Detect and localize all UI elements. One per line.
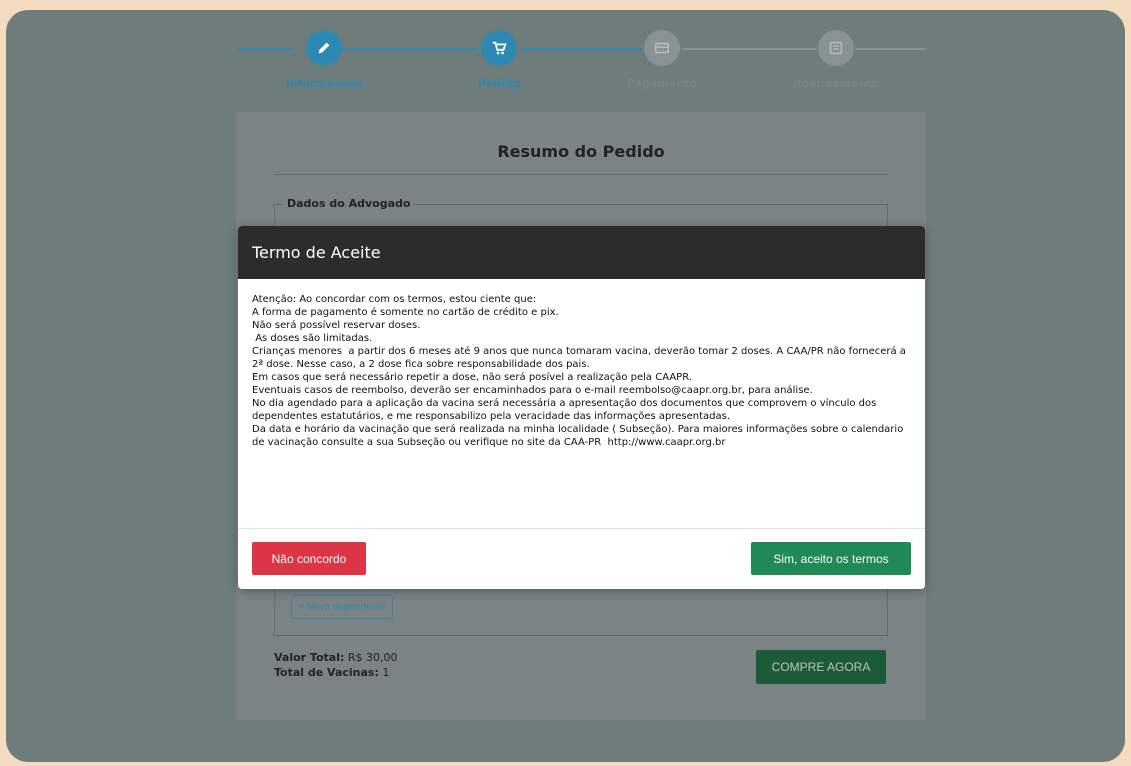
modal-divider [238,528,925,529]
terms-line: A forma de pagamento é somente no cartão… [252,307,559,318]
step-label-pagamento: Pagamento [626,77,698,90]
stepper-line [236,48,294,50]
terms-line: Da data e horário da vacinação que será … [252,424,907,448]
order-totals: Valor Total: R$ 30,00 Total de Vacinas: … [274,650,398,680]
terms-line: Crianças menores a partir dos 6 meses at… [252,346,906,357]
terms-line: Atenção: Ao concordar com os termos, est… [252,294,537,305]
terms-line: Em casos que será necessário repetir a d… [252,372,692,383]
total-value-label: Valor Total: [274,651,345,664]
stepper-line [336,48,478,50]
step-label-agendamento: Agendamento [792,77,880,90]
terms-modal: Termo de Aceite Atenção: Ao concordar co… [238,226,925,589]
terms-line: No dia agendado para a aplicação da vaci… [252,398,880,422]
page-title: Resumo do Pedido [497,142,665,161]
decline-button[interactable]: Não concordo [252,542,366,575]
terms-line: 2ª dose. Nesse caso, a 2 dose fica sobre… [252,359,590,370]
section-legend: Dados do Advogado [283,197,415,210]
step-informacoes[interactable] [306,30,342,66]
terms-line: Não será possível reservar doses. [252,320,421,331]
terms-line: Eventuais casos de reembolso, deverão se… [252,385,813,396]
calendar-icon [829,41,843,55]
terms-text: Atenção: Ao concordar com os termos, est… [238,279,925,521]
total-value: R$ 30,00 [347,651,398,664]
terms-line: As doses são limitadas. [252,333,373,344]
total-vaccines-label: Total de Vacinas: [274,666,379,679]
cart-icon [492,41,507,55]
step-label-pedido: Pedido [477,77,521,90]
progress-stepper: Informações Pedido Pagamento Agendamento [6,10,1125,120]
stepper-line [520,48,642,50]
divider [274,174,888,175]
step-pagamento [644,30,680,66]
stepper-line [682,48,816,50]
payment-icon [654,42,670,54]
total-vaccines: 1 [382,666,390,679]
new-dependent-button[interactable]: + Novo dependente [291,595,393,619]
accept-terms-button[interactable]: Sim, aceito os termos [751,542,911,575]
step-pedido[interactable] [481,30,517,66]
pencil-icon [318,42,330,54]
modal-title: Termo de Aceite [238,226,925,279]
buy-now-button[interactable]: COMPRE AGORA [756,650,886,684]
step-label-informacoes: Informações [285,77,363,90]
stepper-line [856,48,926,50]
step-agendamento [818,30,854,66]
